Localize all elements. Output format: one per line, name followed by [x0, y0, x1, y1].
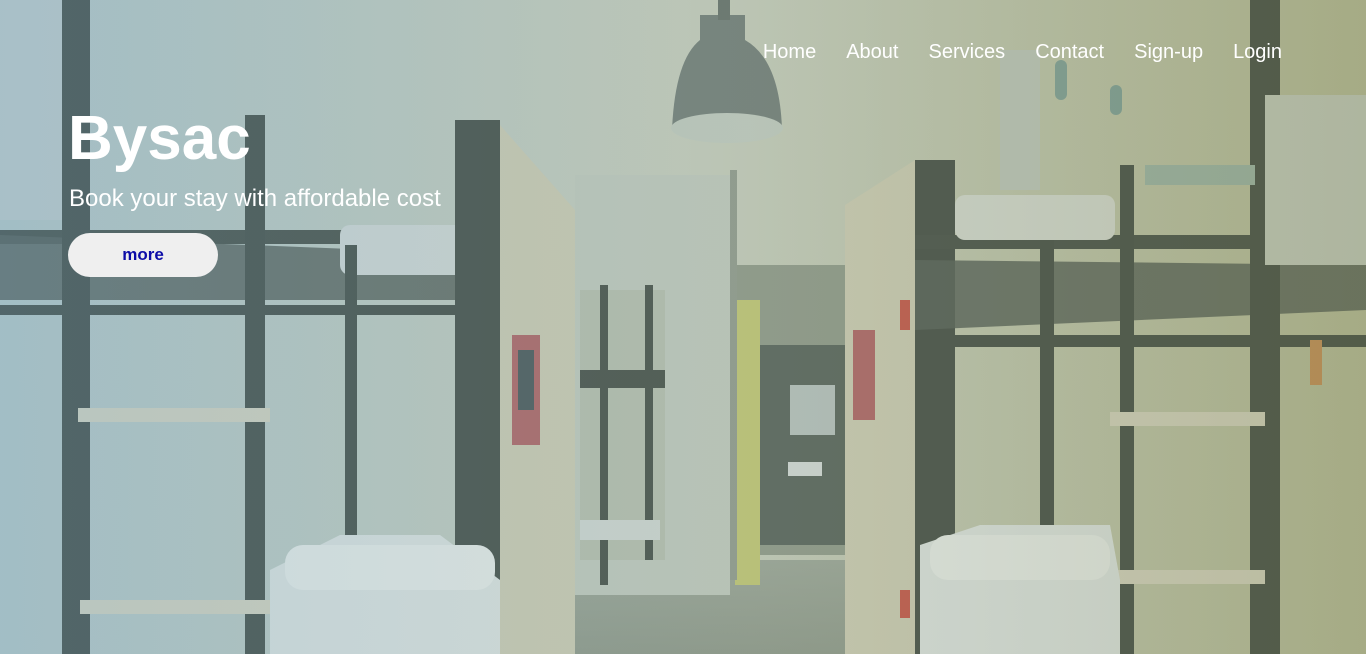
- hero-section: Home About Services Contact Sign-up Logi…: [0, 0, 1366, 654]
- nav-link-contact[interactable]: Contact: [1035, 38, 1104, 66]
- brand-title: Bysac: [68, 104, 251, 173]
- more-button[interactable]: more: [68, 233, 218, 277]
- nav-item-contact: Contact: [1035, 38, 1104, 66]
- top-navigation: Home About Services Contact Sign-up Logi…: [763, 38, 1282, 66]
- nav-item-services: Services: [928, 38, 1005, 66]
- nav-link-signup[interactable]: Sign-up: [1134, 38, 1203, 66]
- hero-tagline: Book your stay with affordable cost: [69, 185, 441, 212]
- nav-link-about[interactable]: About: [846, 38, 898, 66]
- nav-item-home: Home: [763, 38, 816, 66]
- nav-link-home[interactable]: Home: [763, 38, 816, 66]
- nav-item-signup: Sign-up: [1134, 38, 1203, 66]
- hostel-room-background-image: [0, 0, 1366, 654]
- nav-link-services[interactable]: Services: [928, 38, 1005, 66]
- nav-link-login[interactable]: Login: [1233, 38, 1282, 66]
- nav-item-login: Login: [1233, 38, 1282, 66]
- nav-item-about: About: [846, 38, 898, 66]
